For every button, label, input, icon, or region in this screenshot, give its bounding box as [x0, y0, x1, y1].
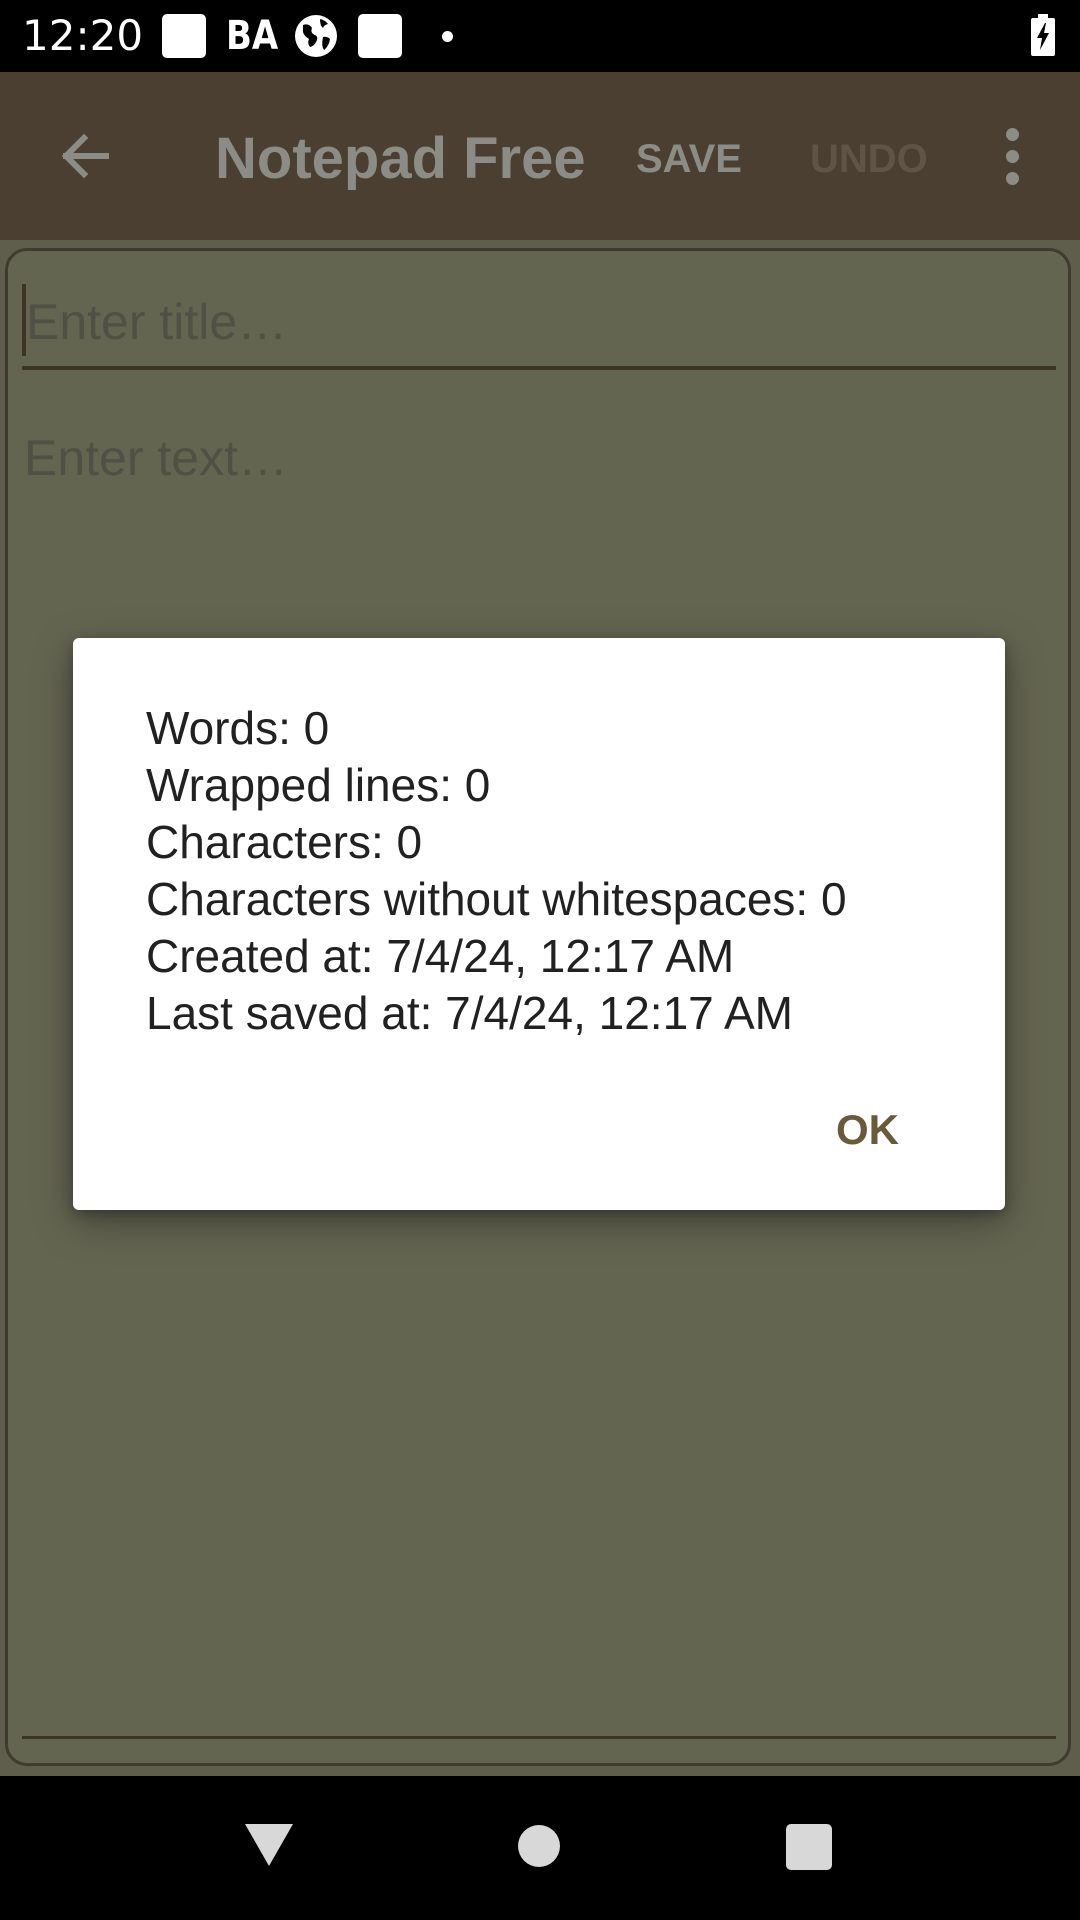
nav-home-icon[interactable]	[518, 1825, 560, 1867]
save-button[interactable]: SAVE	[636, 134, 742, 184]
nav-back-icon[interactable]	[243, 1822, 295, 1868]
arrow-back-icon[interactable]	[54, 126, 114, 186]
words-count: Words: 0	[146, 702, 330, 754]
notification-square-icon	[358, 14, 402, 58]
dot-icon	[442, 31, 453, 42]
note-info-dialog: Words: 0 Wrapped lines: 0 Characters: 0 …	[73, 638, 1005, 1210]
undo-button[interactable]: UNDO	[810, 134, 928, 184]
status-bar: 12:20 BA	[0, 0, 1080, 72]
created-at: Created at: 7/4/24, 12:17 AM	[146, 930, 735, 982]
notification-square-icon	[162, 14, 206, 58]
nav-recents-icon[interactable]	[786, 1824, 832, 1870]
globe-icon	[293, 13, 339, 59]
dialog-message: Words: 0 Wrapped lines: 0 Characters: 0 …	[146, 700, 966, 1042]
characters-no-whitespace-count: Characters without whitespaces: 0	[146, 873, 847, 925]
screen: 12:20 BA Notepad Free SAVE UNDO Enter ti…	[0, 0, 1080, 1920]
ba-icon: BA	[226, 13, 279, 59]
status-time: 12:20	[22, 11, 144, 60]
editor-bottom-divider	[22, 1736, 1056, 1739]
battery-charging-icon	[1031, 14, 1055, 56]
title-input[interactable]: Enter title…	[22, 284, 1056, 370]
toolbar-title: Notepad Free	[215, 126, 586, 191]
wrapped-lines-count: Wrapped lines: 0	[146, 759, 491, 811]
last-saved-at: Last saved at: 7/4/24, 12:17 AM	[146, 987, 793, 1039]
more-vert-icon[interactable]	[998, 126, 1028, 186]
ok-button[interactable]: OK	[826, 1098, 909, 1162]
app-toolbar: Notepad Free SAVE UNDO	[0, 72, 1080, 240]
title-placeholder: Enter title…	[26, 294, 288, 350]
system-nav-bar	[0, 1776, 1080, 1920]
text-placeholder: Enter text…	[24, 430, 288, 486]
characters-count: Characters: 0	[146, 816, 423, 868]
